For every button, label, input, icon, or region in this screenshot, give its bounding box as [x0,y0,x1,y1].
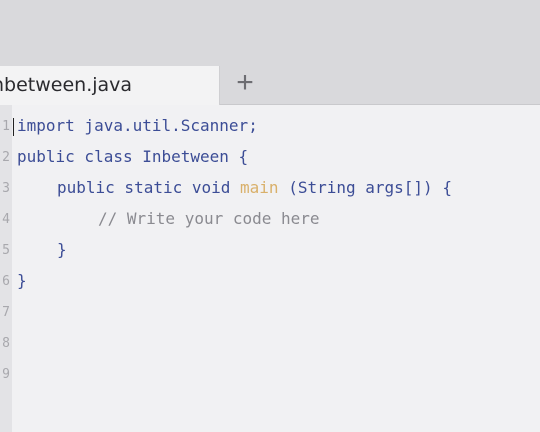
line-number: 7 [2,305,10,320]
method-name: main [240,178,279,197]
code-line-4[interactable]: 4 // Write your code here [0,206,540,236]
line-number: 5 [2,243,10,258]
code-line-8[interactable]: 8 [0,330,540,360]
line-number: 4 [2,212,10,227]
code-text: } [57,240,67,259]
line-number: 8 [2,336,10,351]
line-number: 9 [2,367,10,382]
code-line-7[interactable]: 7 [0,299,540,329]
code-text: public class Inbetween { [17,147,249,166]
code-editor[interactable]: 1 import java.util.Scanner; 2 public cla… [0,105,540,432]
tab-label: nbetween.java [0,74,133,96]
code-line-9[interactable]: 9 [0,361,540,391]
text-caret [13,118,14,136]
code-text: import java.util.Scanner; [17,116,258,135]
line-number: 1 [2,119,10,134]
line-number: 6 [2,274,10,289]
code-line-6[interactable]: 6 } [0,268,540,298]
code-text: public static void main (String args[]) … [57,178,452,197]
code-params: (String args[]) { [278,178,452,197]
code-line-5[interactable]: 5 } [0,237,540,267]
add-tab-button[interactable]: + [228,66,262,100]
line-number: 3 [2,181,10,196]
code-line-1[interactable]: 1 import java.util.Scanner; [0,113,540,143]
plus-icon: + [236,66,254,99]
code-text: } [17,271,27,290]
code-line-2[interactable]: 2 public class Inbetween { [0,144,540,174]
line-number: 2 [2,150,10,165]
tab-bar: nbetween.java + [0,0,540,105]
code-line-3[interactable]: 3 public static void main (String args[]… [0,175,540,205]
code-keywords: public static void [57,178,241,197]
tab-inbetween-java[interactable]: nbetween.java [0,66,220,105]
code-comment: // Write your code here [98,209,320,228]
